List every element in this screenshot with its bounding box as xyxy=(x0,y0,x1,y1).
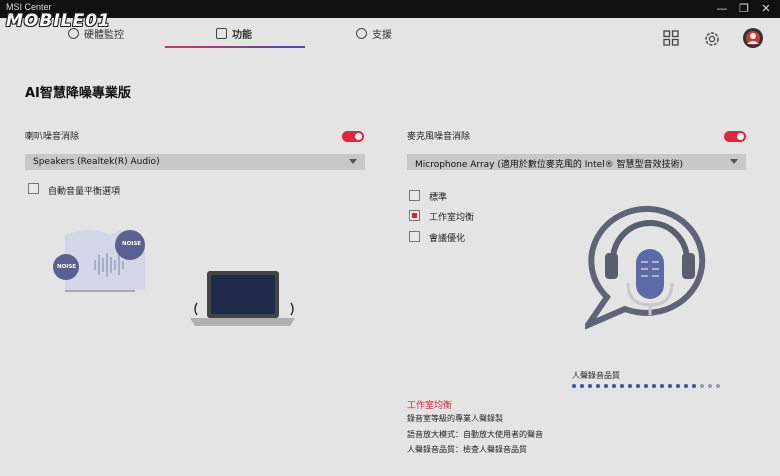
quality-dot xyxy=(684,384,688,388)
speaker-device-select[interactable]: Speakers (Realtek(R) Audio) xyxy=(25,154,365,170)
chevron-down-icon xyxy=(730,159,738,164)
quality-dot xyxy=(668,384,672,388)
mode-standard-label: 標準 xyxy=(429,193,448,203)
speaker-illustration xyxy=(53,230,295,326)
quality-dot xyxy=(652,384,656,388)
quality-dot xyxy=(580,384,584,388)
quality-dot xyxy=(628,384,632,388)
desc-line: 錄音室等級的專業人聲錄製 xyxy=(407,414,503,423)
noise-label-1: NOISE xyxy=(122,241,142,247)
title-bar: MSI Center — ❐ ✕ xyxy=(0,0,780,18)
maximize-button[interactable]: ❐ xyxy=(734,2,754,15)
microphone-illustration xyxy=(585,205,706,330)
active-tab-indicator xyxy=(165,46,305,48)
tab-label: 硬體監控 xyxy=(84,30,124,41)
mode-studio-checkbox[interactable] xyxy=(409,210,420,221)
quality-dot xyxy=(660,384,664,388)
quality-dot xyxy=(692,384,696,388)
clock-icon xyxy=(68,28,79,39)
noise-label-2: NOISE xyxy=(57,264,77,270)
speaker-noise-label: 喇叭噪音消除 xyxy=(25,132,80,142)
feature-icon xyxy=(216,28,227,39)
quality-dot xyxy=(644,384,648,388)
quality-dot xyxy=(572,384,576,388)
avatar[interactable] xyxy=(742,27,764,49)
quality-dot xyxy=(636,384,640,388)
page-title: AI智慧降噪專業版 xyxy=(25,86,131,101)
mic-noise-label: 麥克風噪音消除 xyxy=(407,132,471,142)
quality-dot xyxy=(676,384,680,388)
mode-meeting-checkbox[interactable] xyxy=(409,231,420,242)
gear-icon[interactable] xyxy=(703,30,721,48)
mode-studio-label: 工作室均衡 xyxy=(429,213,475,223)
desc-line: 語音放大模式：自動放大使用者的聲音 xyxy=(407,430,543,439)
auto-volume-checkbox[interactable] xyxy=(28,183,39,194)
mic-device-value: Microphone Array (適用於數位麥克風的 Intel® 智慧型音效… xyxy=(415,160,684,170)
minimize-button[interactable]: — xyxy=(712,2,732,15)
chevron-down-icon xyxy=(349,159,357,164)
quality-label: 人聲錄音品質 xyxy=(572,371,620,380)
quality-dot xyxy=(716,384,720,388)
mode-meeting-label: 會議優化 xyxy=(429,234,466,244)
grid-icon[interactable] xyxy=(663,30,679,46)
mode-standard-checkbox[interactable] xyxy=(409,190,420,201)
quality-dot xyxy=(708,384,712,388)
speaker-device-value: Speakers (Realtek(R) Audio) xyxy=(33,157,160,167)
quality-dot xyxy=(588,384,592,388)
tab-support[interactable]: 支援 xyxy=(356,26,392,41)
info-icon xyxy=(356,28,367,39)
auto-volume-label: 自動音量平衡選項 xyxy=(48,187,121,197)
mic-device-select[interactable]: Microphone Array (適用於數位麥克風的 Intel® 智慧型音效… xyxy=(407,154,746,170)
quality-dot xyxy=(612,384,616,388)
quality-dot xyxy=(604,384,608,388)
tab-features[interactable]: 功能 xyxy=(216,26,252,41)
quality-dot xyxy=(700,384,704,388)
tab-label: 功能 xyxy=(232,30,252,41)
desc-title: 工作室均衡 xyxy=(407,401,453,411)
quality-dot xyxy=(620,384,624,388)
speaker-noise-toggle[interactable] xyxy=(342,131,364,142)
desc-line: 人聲錄音品質：檢查人聲錄音品質 xyxy=(407,445,527,454)
tab-label: 支援 xyxy=(372,30,392,41)
quality-dot xyxy=(596,384,600,388)
quality-meter xyxy=(572,384,720,388)
tab-hardware-monitor[interactable]: 硬體監控 xyxy=(68,26,124,41)
mic-noise-toggle[interactable] xyxy=(724,131,746,142)
close-button[interactable]: ✕ xyxy=(756,2,776,15)
